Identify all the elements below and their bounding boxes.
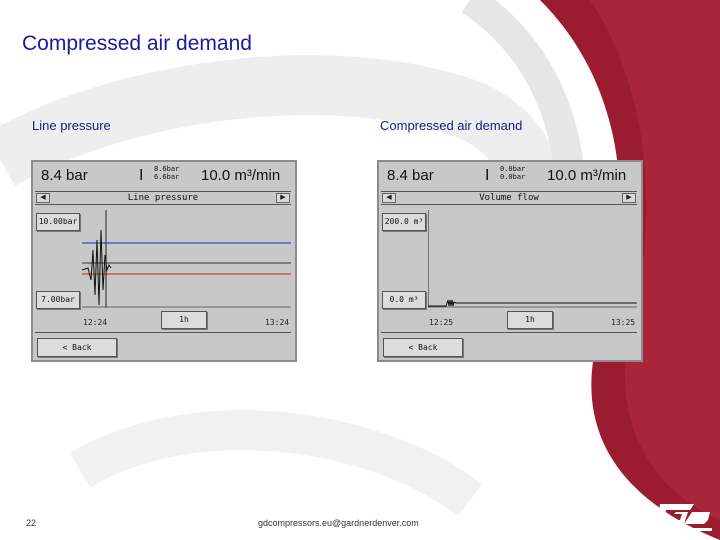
- limit-range-icon: Ⅰ: [139, 166, 144, 184]
- time-end: 13:24: [265, 318, 290, 327]
- gardner-denver-logo: [658, 504, 712, 531]
- volume-flow-screen: 8.4 bar Ⅰ 0.0bar 0.0bar 10.0 m³/min ◀ Vo…: [377, 160, 643, 362]
- limit-range-icon: Ⅰ: [485, 166, 490, 184]
- slide-title: Compressed air demand: [22, 32, 252, 55]
- pressure-readout: 8.4 bar: [41, 167, 88, 184]
- back-button[interactable]: < Back: [383, 338, 463, 357]
- pressure-readout: 8.4 bar: [387, 167, 434, 184]
- screen-title: Volume flow: [479, 193, 539, 203]
- pressure-limits: 0.0bar 0.0bar: [500, 165, 534, 181]
- footer-email: gdcompressors.eu@gardnerdenver.com: [258, 518, 419, 528]
- back-button[interactable]: < Back: [37, 338, 117, 357]
- screen-title: Line pressure: [127, 193, 199, 203]
- flow-trace: [428, 299, 637, 307]
- axis-max-button[interactable]: 10.00bar: [36, 213, 80, 231]
- pressure-plot: [82, 210, 291, 308]
- divider: [35, 332, 291, 333]
- limit-high: 8.6bar: [154, 165, 180, 173]
- left-panel-caption: Line pressure: [32, 118, 111, 133]
- flow-readout: 10.0 m³/min: [201, 167, 281, 184]
- pressure-limits: 8.6bar 6.6bar: [154, 165, 188, 181]
- pressure-trace: [82, 229, 112, 306]
- line-pressure-screen: 8.4 bar Ⅰ 8.6bar 6.6bar 10.0 m³/min ◀ Li…: [31, 160, 297, 362]
- divider: [381, 332, 637, 333]
- next-screen-button[interactable]: ▶: [622, 193, 636, 203]
- limit-low: 6.6bar: [154, 173, 180, 181]
- flow-plot: [428, 210, 637, 308]
- screen-title-bar: ◀ Volume flow ▶: [381, 191, 637, 205]
- limit-high: 0.0bar: [500, 165, 526, 173]
- limit-low: 0.0bar: [500, 173, 526, 181]
- time-start: 12:25: [429, 318, 454, 327]
- page-number: 22: [26, 518, 37, 528]
- time-range-button[interactable]: 1h: [161, 311, 207, 329]
- time-start: 12:24: [83, 318, 108, 327]
- axis-max-button[interactable]: 200.0 m³: [382, 213, 426, 231]
- time-end: 13:25: [611, 318, 636, 327]
- next-screen-button[interactable]: ▶: [276, 193, 290, 203]
- axis-min-button[interactable]: 7.00bar: [36, 291, 80, 309]
- flow-readout: 10.0 m³/min: [547, 167, 627, 184]
- time-range-button[interactable]: 1h: [507, 311, 553, 329]
- right-panel-caption: Compressed air demand: [380, 118, 523, 133]
- status-readout: 8.4 bar Ⅰ 8.6bar 6.6bar 10.0 m³/min: [33, 162, 295, 188]
- axis-min-button[interactable]: 0.0 m³: [382, 291, 426, 309]
- status-readout: 8.4 bar Ⅰ 0.0bar 0.0bar 10.0 m³/min: [379, 162, 641, 188]
- screen-title-bar: ◀ Line pressure ▶: [35, 191, 291, 205]
